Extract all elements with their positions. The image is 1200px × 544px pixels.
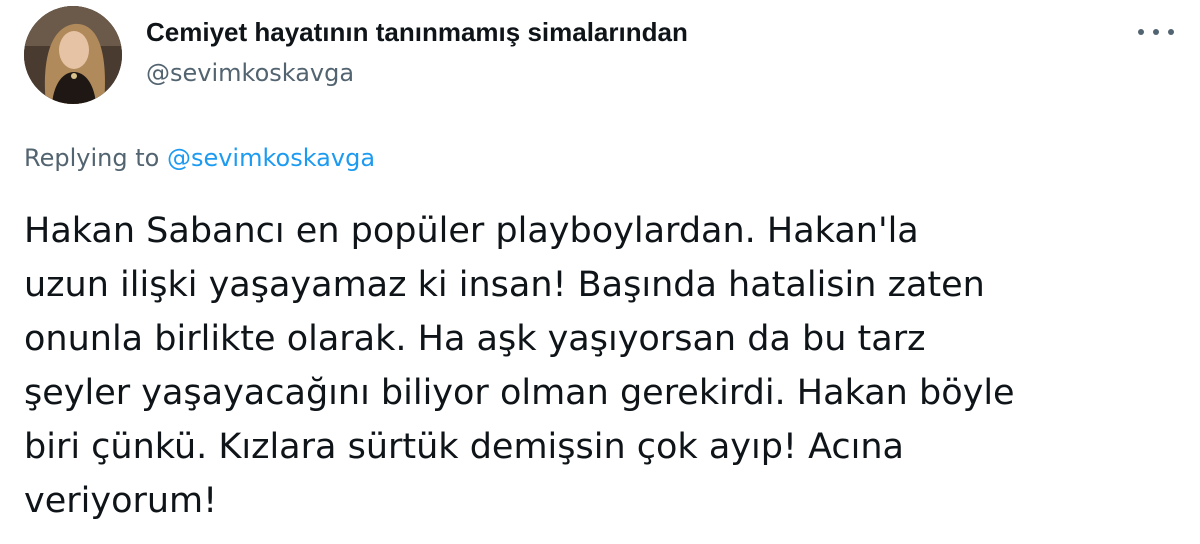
profile-photo-icon (24, 6, 122, 104)
author-handle[interactable]: @sevimkoskavga (146, 58, 354, 88)
more-options-icon[interactable] (1138, 20, 1174, 44)
avatar[interactable] (24, 6, 122, 104)
more-dot (1168, 29, 1174, 35)
tweet-text: Hakan Sabancı en popüler playboylardan. … (24, 211, 1015, 521)
replying-to-line: Replying to @sevimkoskavga (24, 142, 375, 174)
reply-mention-link[interactable]: @sevimkoskavga (167, 144, 375, 172)
replying-to-label: Replying to (24, 144, 160, 172)
author-display-name[interactable]: Cemiyet hayatının tanınmamış simalarında… (146, 16, 688, 48)
tweet-card: Cemiyet hayatının tanınmamış simalarında… (0, 0, 1200, 544)
more-dot (1138, 29, 1144, 35)
more-dot (1153, 29, 1159, 35)
